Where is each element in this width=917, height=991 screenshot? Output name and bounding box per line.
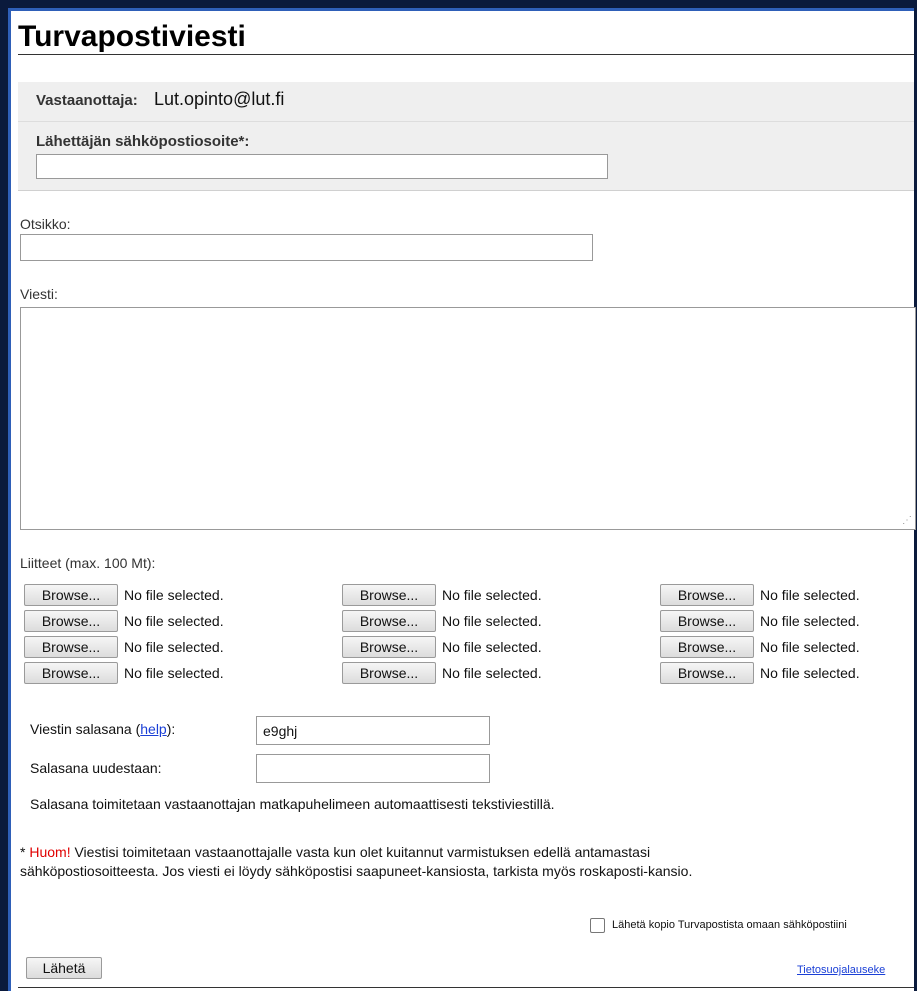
file-status-text: No file selected. xyxy=(442,613,542,629)
password-info-text: Salasana toimitetaan vastaanottajan matk… xyxy=(30,796,555,812)
password-label-prefix: Viestin salasana ( xyxy=(30,721,141,737)
browse-button[interactable]: Browse... xyxy=(660,636,754,658)
password-field[interactable] xyxy=(256,716,490,745)
subject-label: Otsikko: xyxy=(20,216,71,232)
notice-line-2: sähköpostiosoitteesta. Jos viesti ei löy… xyxy=(20,863,693,879)
browse-button[interactable]: Browse... xyxy=(24,662,118,684)
file-status-text: No file selected. xyxy=(442,587,542,603)
section-divider xyxy=(18,121,914,122)
privacy-policy-link[interactable]: Tietosuojalauseke xyxy=(797,964,885,976)
browse-button[interactable]: Browse... xyxy=(24,610,118,632)
browse-button[interactable]: Browse... xyxy=(660,584,754,606)
file-status-text: No file selected. xyxy=(760,613,860,629)
password-confirm-label: Salasana uudestaan: xyxy=(30,760,162,776)
browse-button[interactable]: Browse... xyxy=(24,636,118,658)
password-confirm-field[interactable] xyxy=(256,754,490,783)
title-divider xyxy=(18,54,914,55)
bottom-divider xyxy=(18,987,914,988)
message-textarea[interactable]: ⋰ xyxy=(20,307,916,530)
sender-email-field[interactable] xyxy=(36,154,608,179)
window-frame-top-accent xyxy=(8,8,917,11)
subject-field[interactable] xyxy=(20,234,593,261)
file-status-text: No file selected. xyxy=(124,613,224,629)
password-label-suffix: ): xyxy=(166,721,176,737)
send-copy-checkbox[interactable] xyxy=(590,918,605,933)
browse-button[interactable]: Browse... xyxy=(660,662,754,684)
file-status-text: No file selected. xyxy=(760,665,860,681)
notice-line-1: Viestisi toimitetaan vastaanottajalle va… xyxy=(70,844,651,860)
attachments-label: Liitteet (max. 100 Mt): xyxy=(20,555,156,571)
file-status-text: No file selected. xyxy=(442,665,542,681)
notice-text: * Huom! Viestisi toimitetaan vastaanotta… xyxy=(20,843,900,881)
file-status-text: No file selected. xyxy=(760,639,860,655)
recipient-value: Lut.opinto@lut.fi xyxy=(154,89,285,109)
file-status-text: No file selected. xyxy=(760,587,860,603)
password-help-link[interactable]: help xyxy=(140,721,166,737)
window-frame-top xyxy=(0,0,917,8)
browse-button[interactable]: Browse... xyxy=(24,584,118,606)
page-title: Turvapostiviesti xyxy=(18,20,246,53)
notice-asterisk: * xyxy=(20,844,30,860)
send-button[interactable]: Lähetä xyxy=(26,957,102,979)
browse-button[interactable]: Browse... xyxy=(342,662,436,684)
browse-button[interactable]: Browse... xyxy=(660,610,754,632)
browse-button[interactable]: Browse... xyxy=(342,636,436,658)
browse-button[interactable]: Browse... xyxy=(342,610,436,632)
sender-email-label: Lähettäjän sähköpostiosoite*: xyxy=(36,133,250,150)
file-status-text: No file selected. xyxy=(124,587,224,603)
password-label: Viestin salasana (help): xyxy=(30,721,175,737)
file-status-text: No file selected. xyxy=(124,665,224,681)
notice-warning-word: Huom! xyxy=(29,844,71,860)
message-label: Viesti: xyxy=(20,286,58,302)
window-frame-left-accent xyxy=(8,8,11,991)
file-status-text: No file selected. xyxy=(124,639,224,655)
resize-grip-icon[interactable]: ⋰ xyxy=(902,516,912,526)
recipient-label: Vastaanottaja: xyxy=(36,92,138,109)
send-copy-label[interactable]: Lähetä kopio Turvapostista omaan sähköpo… xyxy=(612,919,847,931)
browse-button[interactable]: Browse... xyxy=(342,584,436,606)
file-status-text: No file selected. xyxy=(442,639,542,655)
window-frame-left xyxy=(0,0,8,991)
